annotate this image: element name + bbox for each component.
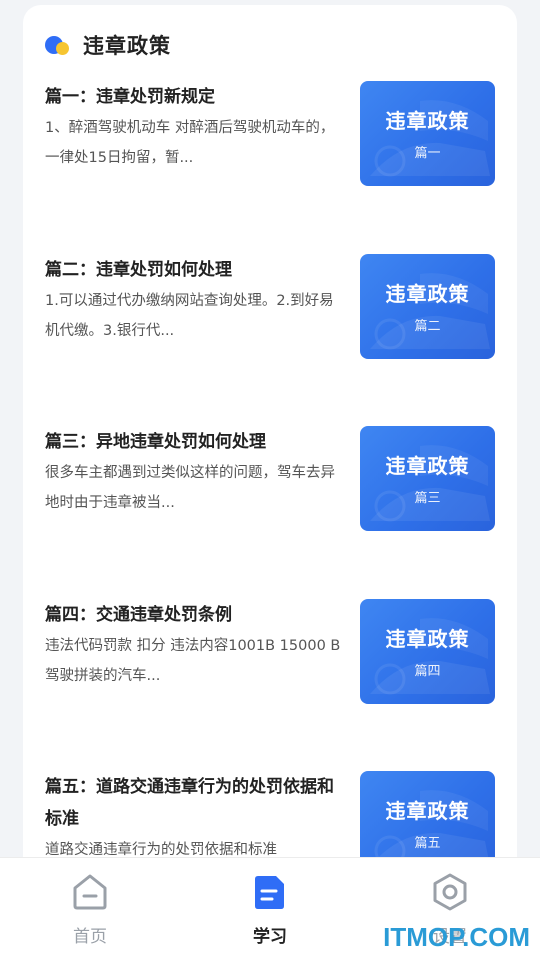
- article-item[interactable]: 篇一：违章处罚新规定 1、醉酒驾驶机动车 对醉酒后驾驶机动车的，一律处15日拘留…: [45, 81, 497, 187]
- thumbnail-subtitle: 篇一: [414, 146, 441, 161]
- article-title: 篇五：道路交通违章行为的处罚依据和标准: [45, 777, 334, 829]
- nav-home-label: 首页: [73, 927, 107, 947]
- article-thumbnail[interactable]: 违章政策 篇四: [360, 599, 495, 704]
- home-icon: [70, 872, 110, 912]
- article-item[interactable]: 篇三：异地违章处罚如何处理 很多车主都遇到过类似这样的问题，驾车去异地时由于违章…: [45, 426, 497, 532]
- article-item[interactable]: 篇四：交通违章处罚条例 违法代码罚款 扣分 违法内容1001B 15000 B …: [45, 599, 497, 705]
- article-title: 篇四：交通违章处罚条例: [45, 605, 232, 625]
- article-thumbnail[interactable]: 违章政策 篇二: [360, 254, 495, 359]
- section-title: 违章政策: [83, 34, 171, 58]
- thumbnail-title: 违章政策: [385, 799, 470, 823]
- thumbnail-title: 违章政策: [385, 454, 470, 478]
- nav-home[interactable]: 首页: [30, 872, 150, 947]
- watermark-text: ITMOP.COM: [383, 922, 530, 952]
- bottom-nav: 首页 学习 设置 ITMOP.COM: [0, 857, 540, 961]
- nav-study[interactable]: 学习: [210, 872, 330, 947]
- article-thumbnail[interactable]: 违章政策 篇三: [360, 426, 495, 531]
- nav-study-label: 学习: [253, 927, 287, 947]
- thumbnail-title: 违章政策: [385, 109, 470, 133]
- thumbnail-title: 违章政策: [385, 282, 470, 306]
- thumbnail-subtitle: 篇五: [414, 836, 441, 851]
- thumbnail-subtitle: 篇四: [414, 664, 441, 679]
- content-card: 违章政策 篇一：违章处罚新规定 1、醉酒驾驶机动车 对醉酒后驾驶机动车的，一律处…: [23, 5, 517, 885]
- article-title: 篇一：违章处罚新规定: [45, 87, 215, 107]
- settings-hexagon-icon: [430, 872, 470, 912]
- thumbnail-subtitle: 篇二: [414, 319, 441, 334]
- section-dot-icon: [45, 34, 73, 56]
- article-desc: 1、醉酒驾驶机动车 对醉酒后驾驶机动车的，一律处15日拘留，暂...: [45, 120, 335, 166]
- article-desc: 违法代码罚款 扣分 违法内容1001B 15000 B 驾驶拼装的汽车...: [45, 638, 341, 684]
- article-thumbnail[interactable]: 违章政策 篇一: [360, 81, 495, 186]
- thumbnail-subtitle: 篇三: [414, 491, 441, 506]
- article-desc: 1.可以通过代办缴纳网站查询处理。2.到好易机代缴。3.银行代...: [45, 293, 334, 339]
- article-title: 篇二：违章处罚如何处理: [45, 260, 232, 280]
- article-item[interactable]: 篇二：违章处罚如何处理 1.可以通过代办缴纳网站查询处理。2.到好易机代缴。3.…: [45, 254, 497, 360]
- article-title: 篇三：异地违章处罚如何处理: [45, 432, 266, 452]
- thumbnail-title: 违章政策: [385, 627, 470, 651]
- section-header: 违章政策: [45, 29, 171, 61]
- article-desc: 很多车主都遇到过类似这样的问题，驾车去异地时由于违章被当...: [45, 465, 335, 511]
- document-icon: [250, 872, 290, 912]
